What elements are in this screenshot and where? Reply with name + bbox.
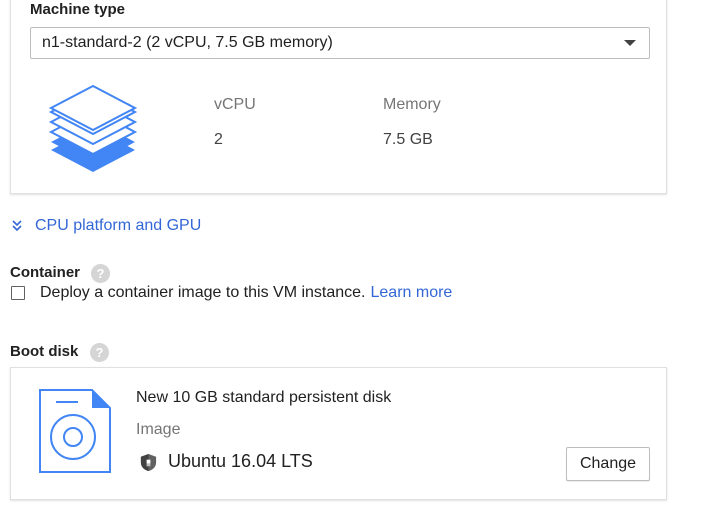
boot-disk-os: Ubuntu 16.04 LTS: [168, 451, 313, 471]
container-label: Container: [10, 264, 81, 281]
layers-stack-icon: [48, 84, 138, 172]
cpu-platform-gpu-link[interactable]: CPU platform and GPU: [10, 215, 201, 237]
dropdown-arrow-icon: [624, 40, 636, 46]
change-boot-disk-button[interactable]: Change: [566, 447, 650, 481]
vcpu-header: vCPU: [214, 96, 256, 113]
boot-disk-image-label: Image: [136, 421, 181, 438]
shield-icon: [140, 453, 157, 472]
vcpu-value: 2: [214, 131, 223, 148]
deploy-container-checkbox[interactable]: [11, 286, 25, 300]
machine-type-label: Machine type: [30, 1, 126, 18]
boot-disk-help-icon[interactable]: ?: [90, 343, 109, 362]
double-chevron-down-icon: [12, 220, 22, 232]
boot-disk-label: Boot disk: [10, 343, 79, 360]
boot-disk-title: New 10 GB standard persistent disk: [136, 389, 392, 406]
learn-more-link[interactable]: Learn more: [371, 284, 453, 301]
container-option-row: Deploy a container image to this VM inst…: [40, 284, 452, 302]
cpu-platform-gpu-label: CPU platform and GPU: [35, 217, 202, 234]
disk-file-icon: [39, 389, 111, 473]
deploy-container-label: Deploy a container image to this VM inst…: [40, 284, 366, 301]
machine-type-selected-value: n1-standard-2 (2 vCPU, 7.5 GB memory): [42, 34, 333, 51]
memory-value: 7.5 GB: [383, 131, 433, 148]
memory-header: Memory: [383, 96, 441, 113]
vm-config-panel: Machine type n1-standard-2 (2 vCPU, 7.5 …: [0, 0, 715, 520]
machine-type-select[interactable]: n1-standard-2 (2 vCPU, 7.5 GB memory): [30, 27, 650, 59]
container-help-icon[interactable]: ?: [91, 264, 110, 283]
